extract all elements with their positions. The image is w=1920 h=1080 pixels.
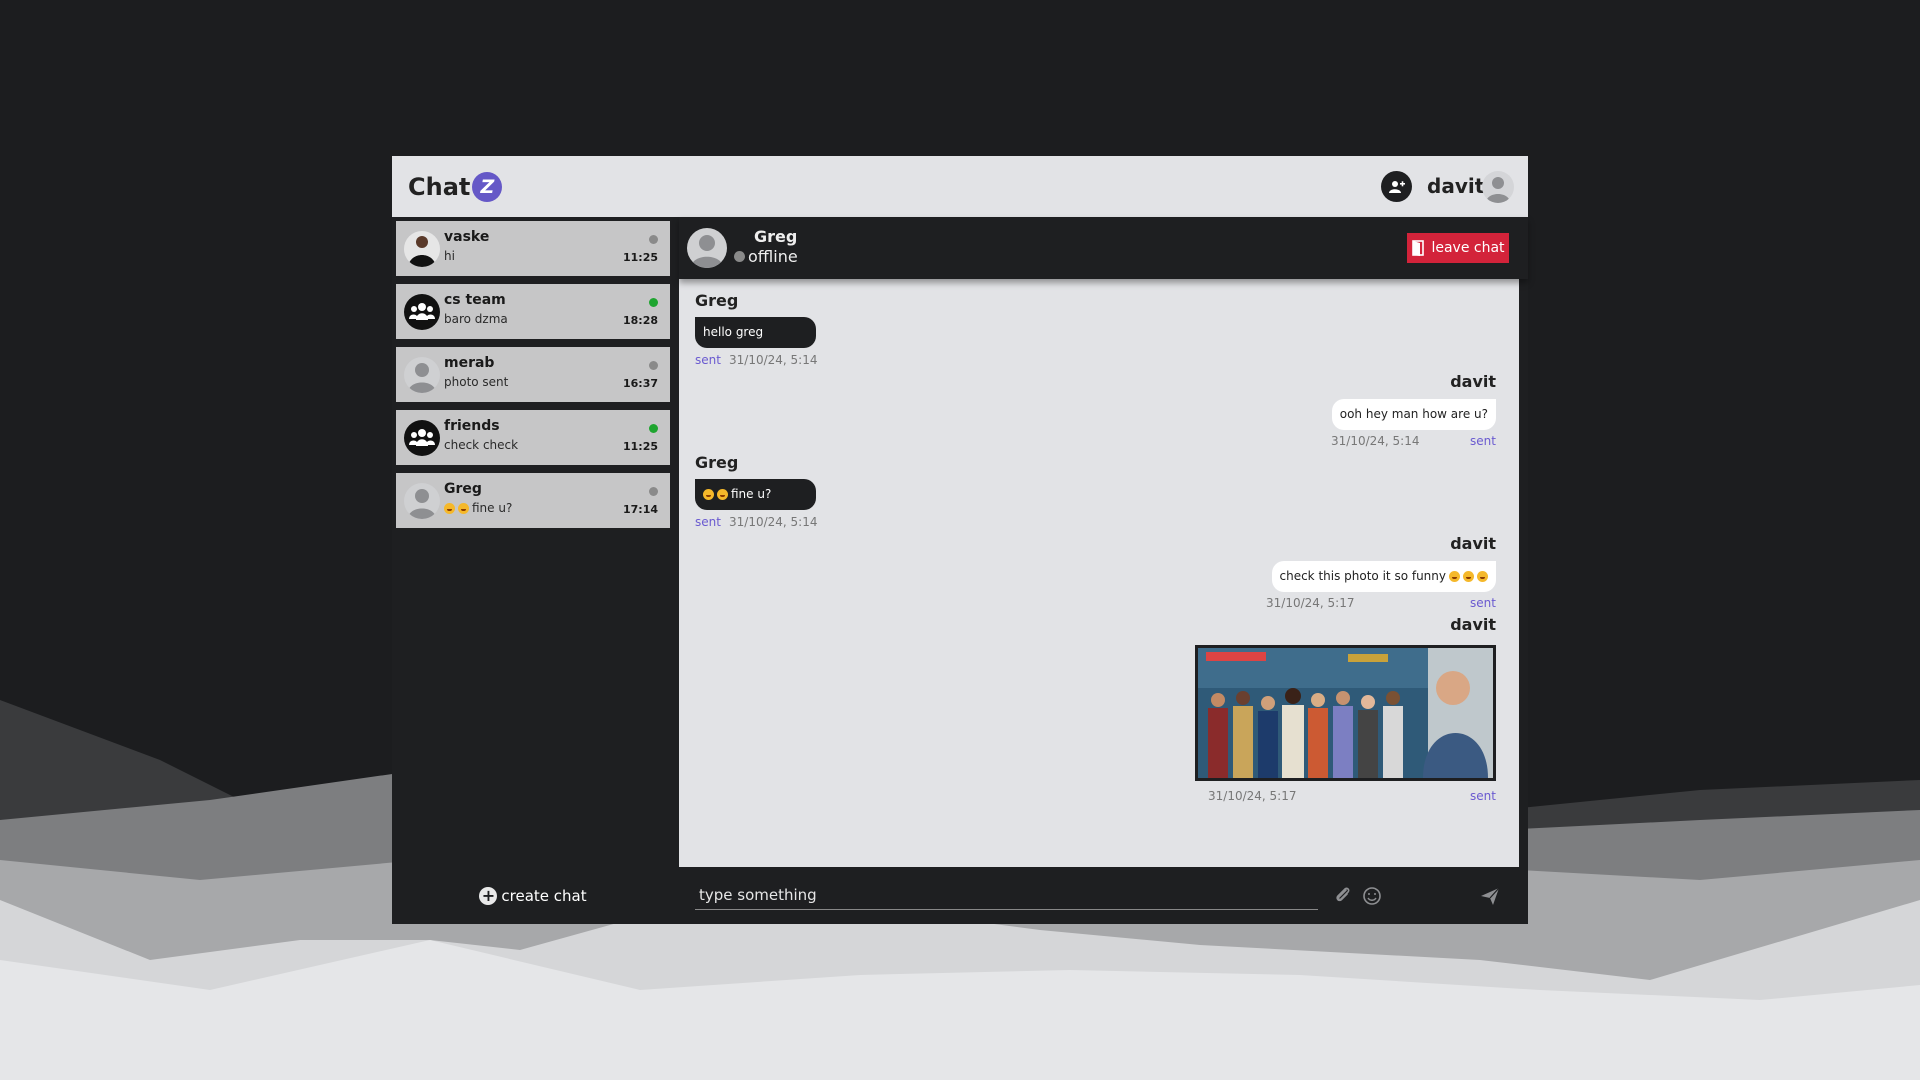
message-input[interactable] (695, 880, 1318, 910)
emoji-icon (717, 489, 728, 500)
message-author: davit (1450, 372, 1496, 391)
chat-time: 16:37 (622, 377, 658, 390)
chat-time: 17:14 (622, 503, 658, 516)
offline-indicator (649, 235, 658, 244)
message-bubble: ooh hey man how are u? (1331, 399, 1496, 430)
create-chat-label: create chat (501, 887, 587, 905)
avatar (404, 231, 440, 267)
emoji-icon (458, 502, 469, 514)
online-indicator (649, 424, 658, 433)
plus-icon: + (479, 887, 498, 905)
chat-preview: check check (444, 438, 519, 452)
user-icon (691, 235, 723, 268)
message-author: davit (1450, 615, 1496, 634)
message-time: 31/10/24, 5:14 (729, 353, 818, 367)
offline-indicator (649, 361, 658, 370)
message-status: sent (695, 353, 721, 367)
smiley-icon (1363, 887, 1381, 905)
paperclip-icon (1336, 887, 1350, 902)
message-list: Greg hello greg sent 31/10/24, 5:14 davi… (679, 279, 1519, 867)
chat-time: 18:28 (622, 314, 658, 327)
add-user-icon (1388, 180, 1405, 193)
chat-name: friends (444, 418, 500, 434)
avatar (404, 483, 440, 519)
avatar (687, 228, 727, 268)
chat-app-window: Chat Z davit vaske hi 11:25 cs team baro… (392, 156, 1528, 924)
chat-list-item-merab[interactable]: merab photo sent 16:37 (396, 347, 670, 402)
message-author: Greg (695, 291, 739, 310)
chat-time: 11:25 (622, 251, 658, 264)
avatar (404, 294, 440, 330)
door-icon (1412, 240, 1425, 256)
chat-preview: baro dzma (444, 312, 508, 326)
current-username: davit (1427, 174, 1485, 198)
chat-list-item-friends[interactable]: friends check check 11:25 (396, 410, 670, 465)
chat-list-item-vaske[interactable]: vaske hi 11:25 (396, 221, 670, 276)
leave-chat-button[interactable]: leave chat (1407, 233, 1509, 263)
emoji-icon (444, 502, 455, 514)
message-bubble: hello greg (695, 317, 816, 348)
emoji-picker-button[interactable] (1361, 885, 1383, 907)
chat-time: 11:25 (622, 440, 658, 453)
emoji-icon (1477, 571, 1488, 582)
chat-preview: hi (444, 249, 455, 263)
message-time: 31/10/24, 5:14 (1331, 434, 1420, 448)
logo-text: Chat (408, 173, 471, 201)
message-status: sent (1470, 596, 1496, 610)
message-time: 31/10/24, 5:17 (1208, 789, 1297, 803)
message-status: sent (1470, 789, 1496, 803)
chat-list-item-cs-team[interactable]: cs team baro dzma 18:28 (396, 284, 670, 339)
online-indicator (649, 298, 658, 307)
person-photo-icon (404, 231, 440, 267)
group-icon (409, 303, 435, 320)
chat-name: vaske (444, 229, 490, 245)
chat-list-sidebar: vaske hi 11:25 cs team baro dzma 18:28 m… (392, 217, 674, 924)
message-composer (679, 868, 1528, 924)
message-author: davit (1450, 534, 1496, 553)
top-bar: Chat Z davit (392, 156, 1528, 217)
chat-preview: fine u? (444, 501, 512, 515)
user-icon (1486, 177, 1510, 203)
emoji-icon (703, 489, 714, 500)
emoji-icon (1449, 571, 1460, 582)
message-bubble: fine u? (695, 479, 816, 510)
avatar (404, 357, 440, 393)
create-chat-button[interactable]: + create chat (392, 868, 674, 924)
conversation-title: Greg (754, 227, 798, 246)
message-time: 31/10/24, 5:14 (729, 515, 818, 529)
user-icon (408, 363, 436, 393)
chat-name: merab (444, 355, 495, 371)
app-logo: Chat Z (408, 170, 503, 204)
user-icon (408, 489, 436, 519)
emoji-icon (1463, 571, 1474, 582)
chat-preview: photo sent (444, 375, 509, 389)
avatar (404, 420, 440, 456)
offline-indicator (649, 487, 658, 496)
add-user-button[interactable] (1381, 171, 1412, 202)
chat-list-item-greg[interactable]: Greg fine u? 17:14 (396, 473, 670, 528)
photo-image (1198, 648, 1493, 778)
logo-badge: Z (472, 172, 503, 202)
send-button[interactable] (1479, 885, 1501, 907)
offline-indicator (734, 251, 745, 262)
chat-name: cs team (444, 292, 506, 308)
attach-button[interactable] (1332, 885, 1354, 907)
chat-name: Greg (444, 481, 482, 497)
message-author: Greg (695, 453, 739, 472)
message-time: 31/10/24, 5:17 (1266, 596, 1355, 610)
user-avatar[interactable] (1482, 171, 1514, 203)
message-photo[interactable] (1195, 645, 1496, 781)
send-icon (1481, 887, 1500, 905)
presence-status: offline (734, 247, 798, 266)
message-status: sent (695, 515, 721, 529)
message-bubble: check this photo it so funny (1271, 561, 1496, 592)
message-status: sent (1470, 434, 1496, 448)
group-icon (409, 429, 435, 446)
conversation-header: Greg offline leave chat (679, 217, 1528, 279)
